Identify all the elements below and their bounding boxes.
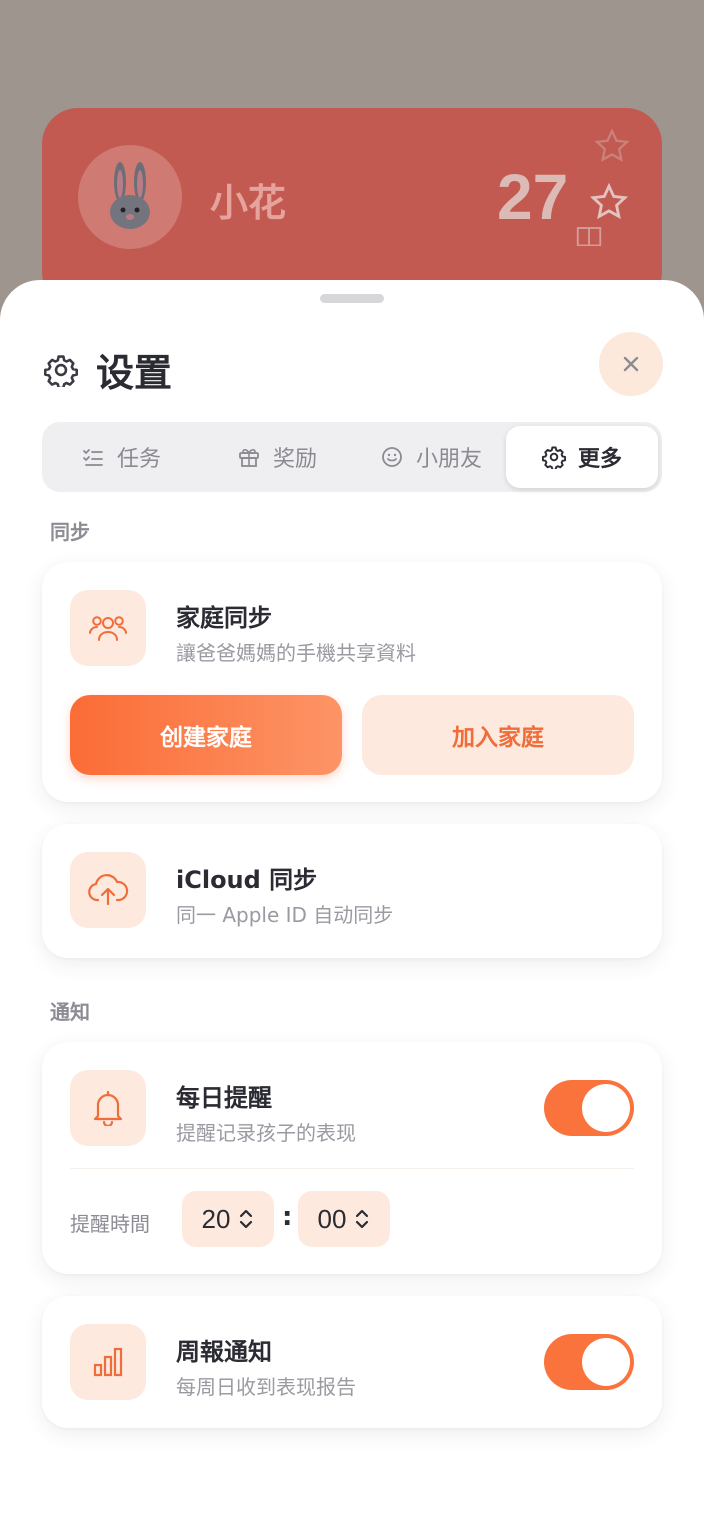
chevron-up-down-icon (356, 1209, 369, 1229)
tab-tasks[interactable]: 任务 (46, 426, 196, 488)
create-family-button[interactable]: 创建家庭 (70, 695, 342, 775)
time-colon: : (282, 1202, 293, 1232)
bell-icon-box (70, 1070, 146, 1146)
tab-more[interactable]: 更多 (506, 426, 658, 488)
minute-stepper[interactable]: 00 (298, 1191, 390, 1247)
icloud-sync-title: iCloud 同步 (176, 866, 318, 894)
sheet-grabber[interactable] (320, 294, 384, 303)
page-title: 设置 (96, 351, 173, 395)
weekly-report-title: 周報通知 (176, 1338, 272, 1366)
weekly-report-subtitle: 每周日收到表现报告 (176, 1375, 356, 1399)
tab-rewards[interactable]: 奖励 (202, 426, 352, 488)
daily-reminder-subtitle: 提醒记录孩子的表现 (176, 1121, 356, 1145)
weekly-report-card: 周報通知 每周日收到表现报告 (42, 1296, 662, 1428)
bell-icon (93, 1090, 123, 1126)
chart-icon-box (70, 1324, 146, 1400)
tab-label: 奖励 (272, 447, 317, 472)
rabbit-icon (110, 162, 150, 229)
sheet-header: 设置 (44, 342, 172, 397)
section-label-notify: 通知 (50, 1000, 90, 1024)
minute-value: 00 (317, 1203, 347, 1234)
gear-icon (44, 354, 78, 387)
toggle-knob (582, 1084, 630, 1132)
smiley-icon (382, 447, 402, 467)
family-icon (89, 616, 127, 641)
daily-reminder-toggle[interactable] (544, 1080, 634, 1136)
icloud-sync-subtitle: 同一 Apple ID 自动同步 (176, 903, 394, 927)
star-icon[interactable] (590, 183, 628, 221)
divider (70, 1168, 634, 1169)
gift-icon (239, 449, 259, 467)
family-sync-card: 家庭同步 讓爸爸媽媽的手機共享資料 创建家庭 加入家庭 (42, 562, 662, 802)
star-outline-icon (594, 128, 630, 162)
family-sync-title: 家庭同步 (176, 604, 272, 632)
gear-icon (541, 446, 566, 469)
tab-label: 小朋友 (415, 447, 482, 472)
child-name: 小花 (210, 181, 287, 225)
settings-sheet: 设置 任务 奖励 小朋友 更多 同步 家庭同步 讓爸爸媽媽的手機共享資料 创建家… (0, 280, 704, 1534)
section-label-sync: 同步 (50, 520, 90, 544)
star-score: 27 (497, 161, 569, 233)
weekly-report-toggle[interactable] (544, 1334, 634, 1390)
hour-value: 20 (201, 1203, 231, 1234)
tab-kids[interactable]: 小朋友 (356, 426, 506, 488)
join-family-button[interactable]: 加入家庭 (362, 695, 634, 775)
toggle-knob (582, 1338, 630, 1386)
daily-reminder-card: 每日提醒 提醒记录孩子的表现 提醒時間 20 : 00 (42, 1042, 662, 1274)
bar-chart-icon (93, 1347, 123, 1377)
hour-stepper[interactable]: 20 (182, 1191, 274, 1247)
segmented-tabs: 任务 奖励 小朋友 更多 (42, 422, 662, 492)
daily-reminder-title: 每日提醒 (176, 1084, 272, 1112)
cloud-upload-icon (88, 874, 129, 906)
cloud-icon-box (70, 852, 146, 928)
checklist-icon (83, 449, 103, 466)
tab-label: 更多 (577, 447, 622, 472)
family-sync-subtitle: 讓爸爸媽媽的手機共享資料 (176, 641, 416, 665)
close-icon (623, 356, 639, 372)
family-icon-box (70, 590, 146, 666)
tab-label: 任务 (116, 447, 161, 472)
gift-icon (576, 227, 602, 246)
chevron-up-down-icon (240, 1209, 253, 1229)
close-button[interactable] (599, 332, 663, 396)
icloud-sync-card[interactable]: iCloud 同步 同一 Apple ID 自动同步 (42, 824, 662, 958)
avatar (78, 145, 182, 249)
reminder-time-label: 提醒時間 (70, 1212, 150, 1236)
